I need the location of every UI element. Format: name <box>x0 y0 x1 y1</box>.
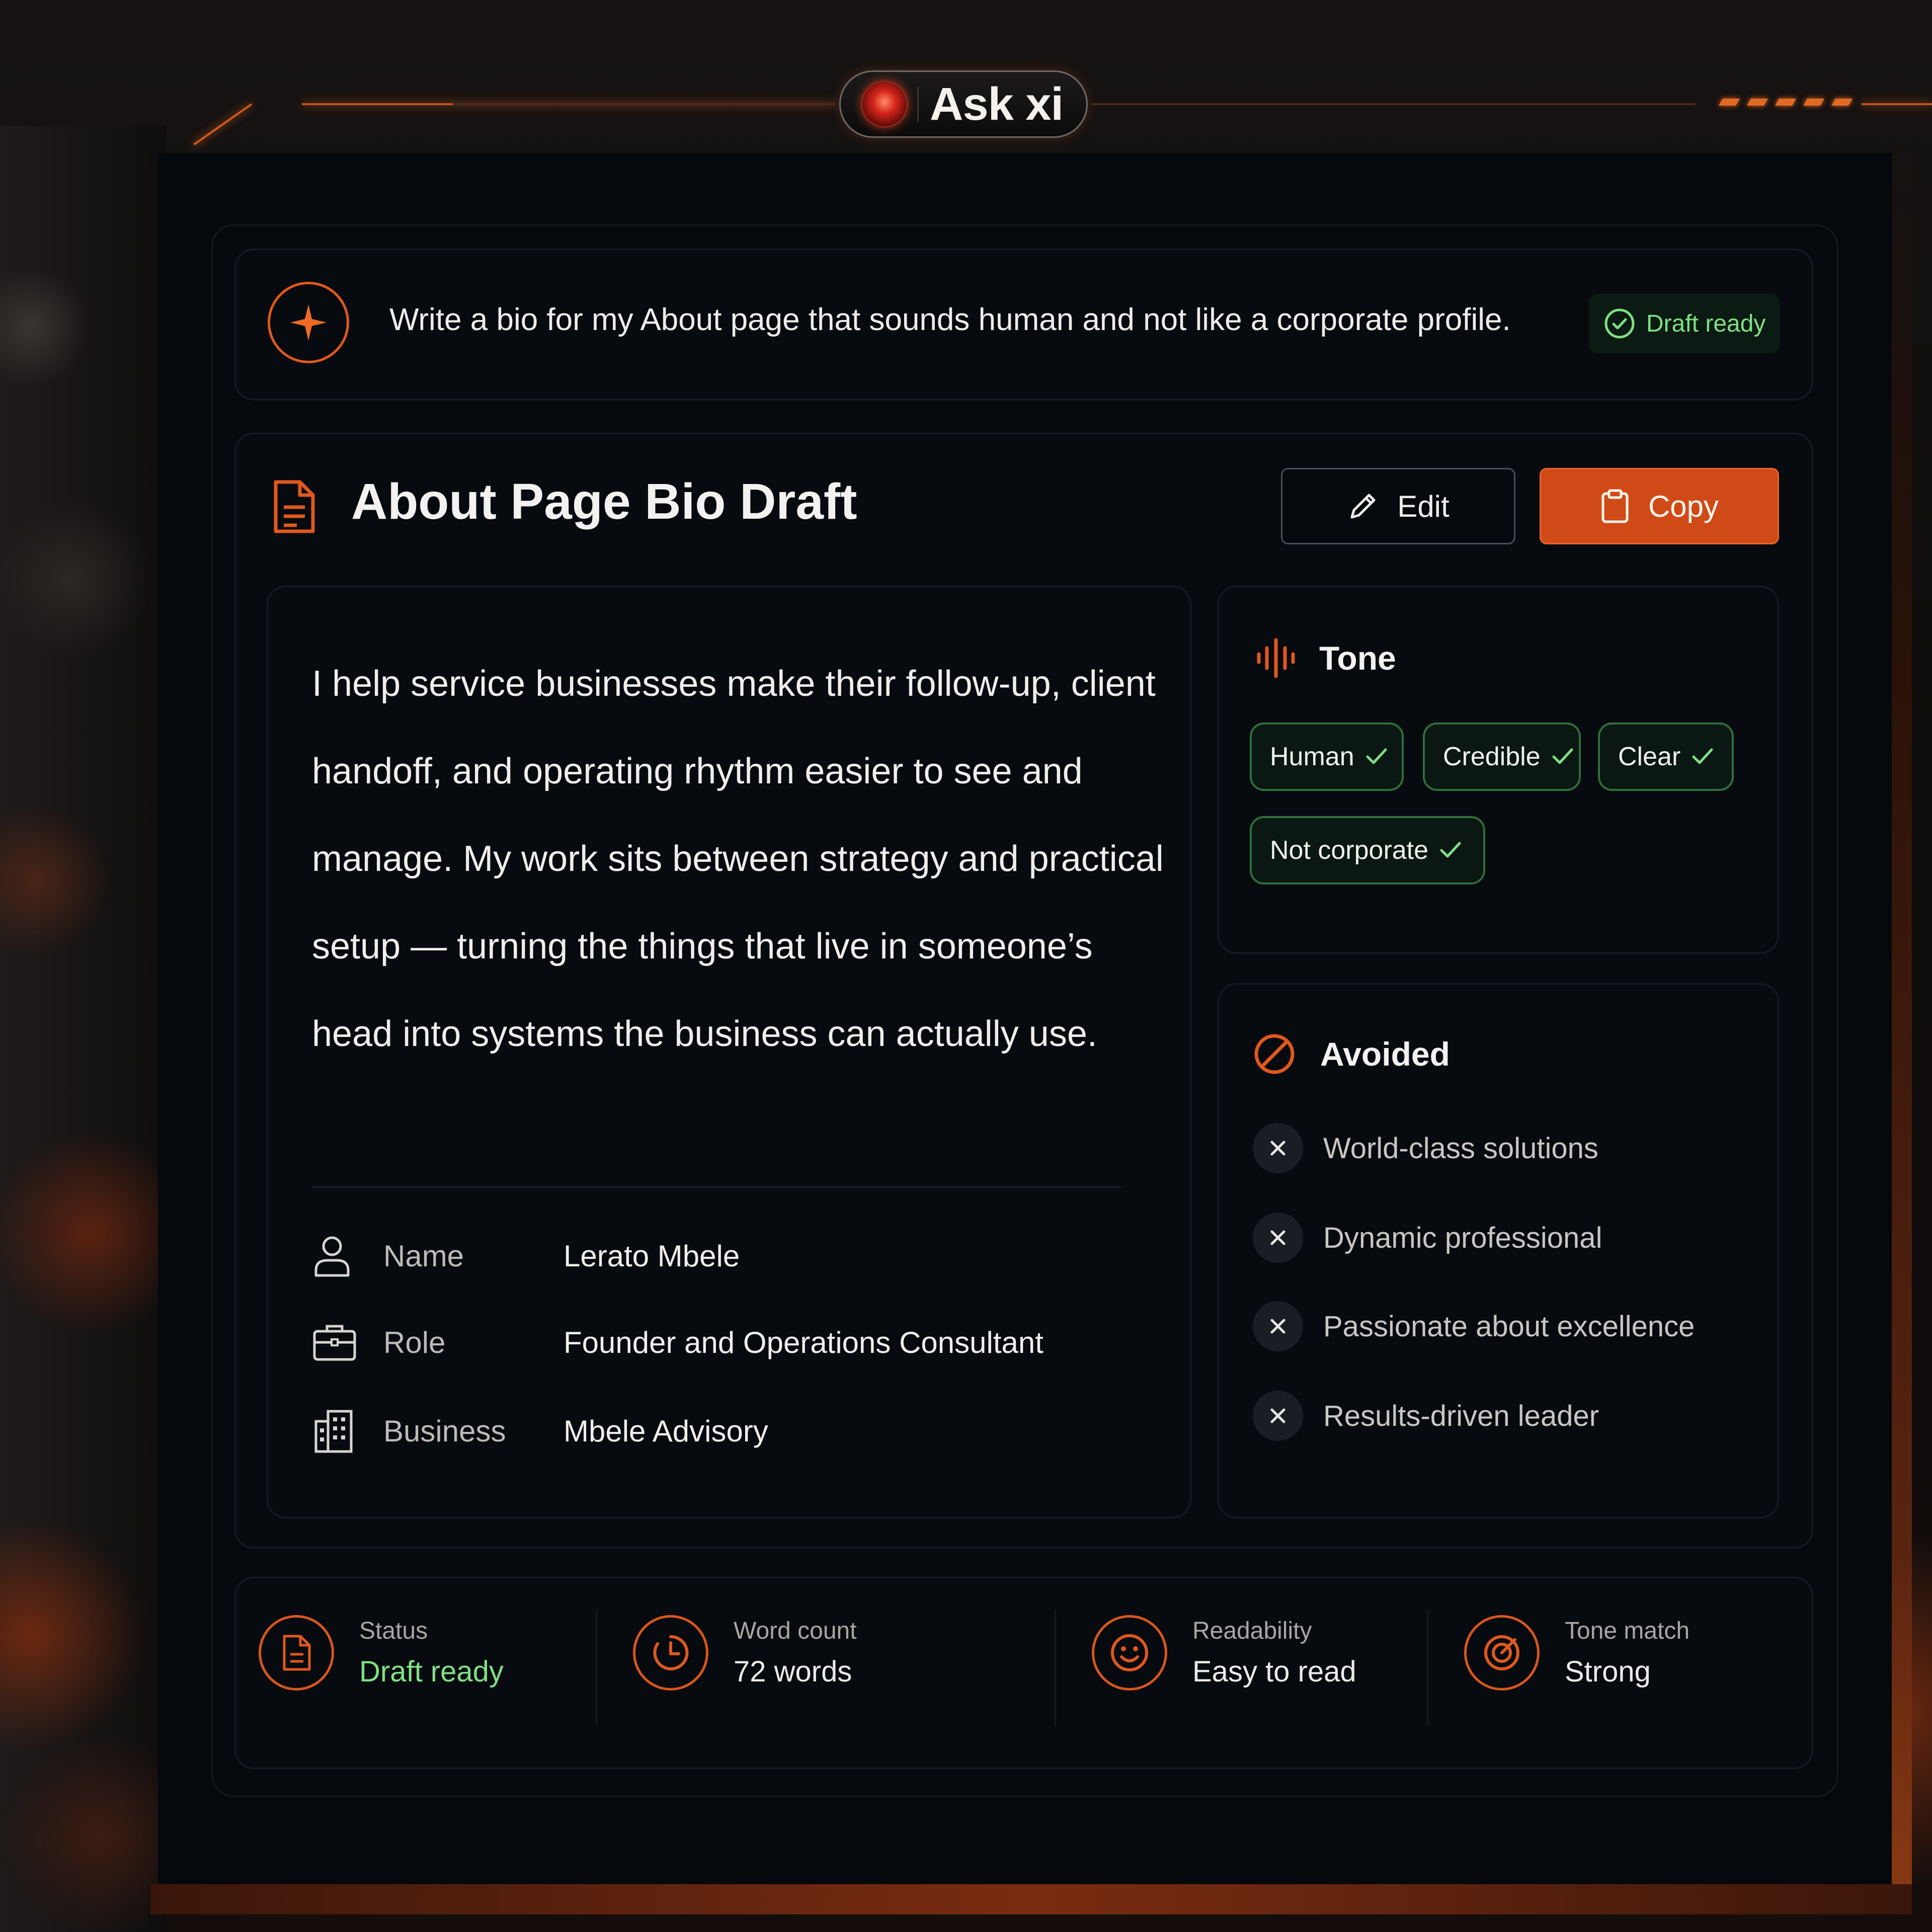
copy-button-label: Copy <box>1648 489 1719 523</box>
stats-divider <box>1055 1610 1056 1726</box>
detail-label: Business <box>383 1414 506 1448</box>
stat-label: Tone match <box>1565 1618 1690 1644</box>
clock-icon <box>633 1615 708 1691</box>
tone-header: Tone <box>1255 637 1396 679</box>
stats-divider <box>1427 1610 1428 1726</box>
check-icon <box>1692 748 1714 766</box>
x-icon <box>1253 1123 1303 1173</box>
stat-value: Easy to read <box>1192 1655 1356 1688</box>
edit-button-label: Edit <box>1397 489 1450 523</box>
stat-label: Readability <box>1192 1618 1312 1644</box>
stage: Ask xi Write a bio for my About page tha… <box>0 0 1932 1932</box>
avoided-item: Passionate about excellence <box>1253 1301 1695 1351</box>
detail-label: Role <box>383 1325 446 1359</box>
avoided-header: Avoided <box>1253 1032 1450 1076</box>
detail-value: Lerato Mbele <box>564 1239 740 1273</box>
x-icon <box>1253 1213 1303 1263</box>
user-icon <box>312 1232 360 1280</box>
smiley-icon <box>1092 1615 1167 1691</box>
tone-chip-label: Human <box>1270 742 1354 771</box>
target-icon <box>1464 1615 1540 1691</box>
frame-line-left-dim <box>453 103 835 105</box>
building-icon <box>312 1407 360 1455</box>
status-badge-label: Draft ready <box>1646 310 1766 337</box>
avoided-item-label: Results-driven leader <box>1323 1399 1599 1432</box>
stat-label: Word count <box>734 1618 857 1644</box>
tone-chip[interactable]: Human <box>1250 722 1404 791</box>
stat-label: Status <box>359 1618 428 1644</box>
bio-text: I help service businesses make their fol… <box>312 664 1164 1054</box>
stat-status: Status Draft ready <box>259 1615 504 1691</box>
pill-divider <box>917 87 919 122</box>
stat-tone-match: Tone match Strong <box>1464 1615 1689 1691</box>
app-title: Ask xi <box>930 78 1064 130</box>
document-icon <box>259 1615 334 1691</box>
check-icon <box>1552 748 1574 766</box>
status-badge: Draft ready <box>1589 294 1780 353</box>
avoided-item: Dynamic professional <box>1253 1213 1602 1263</box>
avoided-title: Avoided <box>1320 1035 1450 1073</box>
detail-value: Founder and Operations Consultant <box>564 1325 1043 1359</box>
check-circle-icon <box>1604 308 1635 339</box>
prohibited-icon <box>1253 1032 1296 1076</box>
detail-label: Name <box>383 1239 464 1273</box>
tone-chip-label: Not corporate <box>1270 836 1429 865</box>
x-icon <box>1253 1301 1303 1351</box>
stat-word-count: Word count 72 words <box>633 1615 857 1691</box>
stat-value: Draft ready <box>359 1655 504 1688</box>
frame-corner-diagonal <box>193 103 253 145</box>
orb-logo-icon <box>861 80 908 128</box>
check-icon <box>1439 841 1462 859</box>
document-icon <box>272 479 317 537</box>
tone-title: Tone <box>1319 639 1396 677</box>
avoided-item-label: Passionate about excellence <box>1323 1310 1695 1343</box>
tone-chip[interactable]: Not corporate <box>1250 816 1485 884</box>
avoided-item: Results-driven leader <box>1253 1391 1599 1441</box>
stat-value: 72 words <box>734 1655 852 1688</box>
tone-chip-label: Credible <box>1443 742 1541 771</box>
glow-edge-right <box>1892 151 1912 1902</box>
sound-wave-icon <box>1255 637 1297 679</box>
sparkle-icon <box>268 282 349 363</box>
frame-line-far-right <box>1862 103 1932 105</box>
tone-chip[interactable]: Credible <box>1423 722 1581 791</box>
tone-chip[interactable]: Clear <box>1598 722 1734 791</box>
avoided-item-label: Dynamic professional <box>1323 1221 1602 1254</box>
clipboard-icon <box>1600 489 1630 524</box>
pencil-icon <box>1347 490 1379 522</box>
frame-dashes <box>1718 99 1853 106</box>
detail-row-business: Business Mbele Advisory <box>312 1407 768 1455</box>
detail-value: Mbele Advisory <box>564 1414 768 1448</box>
avoided-item-label: World-class solutions <box>1323 1132 1598 1165</box>
stat-readability: Readability Easy to read <box>1092 1615 1356 1691</box>
avoided-item: World-class solutions <box>1253 1123 1598 1173</box>
check-icon <box>1365 748 1388 766</box>
detail-row-name: Name Lerato Mbele <box>312 1232 740 1280</box>
stat-value: Strong <box>1565 1655 1651 1688</box>
glow-edge-bottom <box>151 1884 1912 1914</box>
prompt-text: Write a bio for my About page that sound… <box>389 302 1511 337</box>
bio-divider <box>312 1186 1121 1188</box>
ask-xi-header[interactable]: Ask xi <box>839 70 1088 138</box>
stats-divider <box>596 1610 597 1726</box>
draft-title: About Page Bio Draft <box>351 473 857 530</box>
detail-row-role: Role Founder and Operations Consultant <box>312 1318 1043 1366</box>
rock-texture-left <box>0 126 166 1932</box>
copy-button[interactable]: Copy <box>1540 468 1779 544</box>
frame-line-right <box>1092 103 1696 105</box>
tone-chip-label: Clear <box>1618 742 1681 771</box>
edit-button[interactable]: Edit <box>1281 468 1515 544</box>
briefcase-icon <box>312 1318 360 1366</box>
x-icon <box>1253 1391 1303 1441</box>
